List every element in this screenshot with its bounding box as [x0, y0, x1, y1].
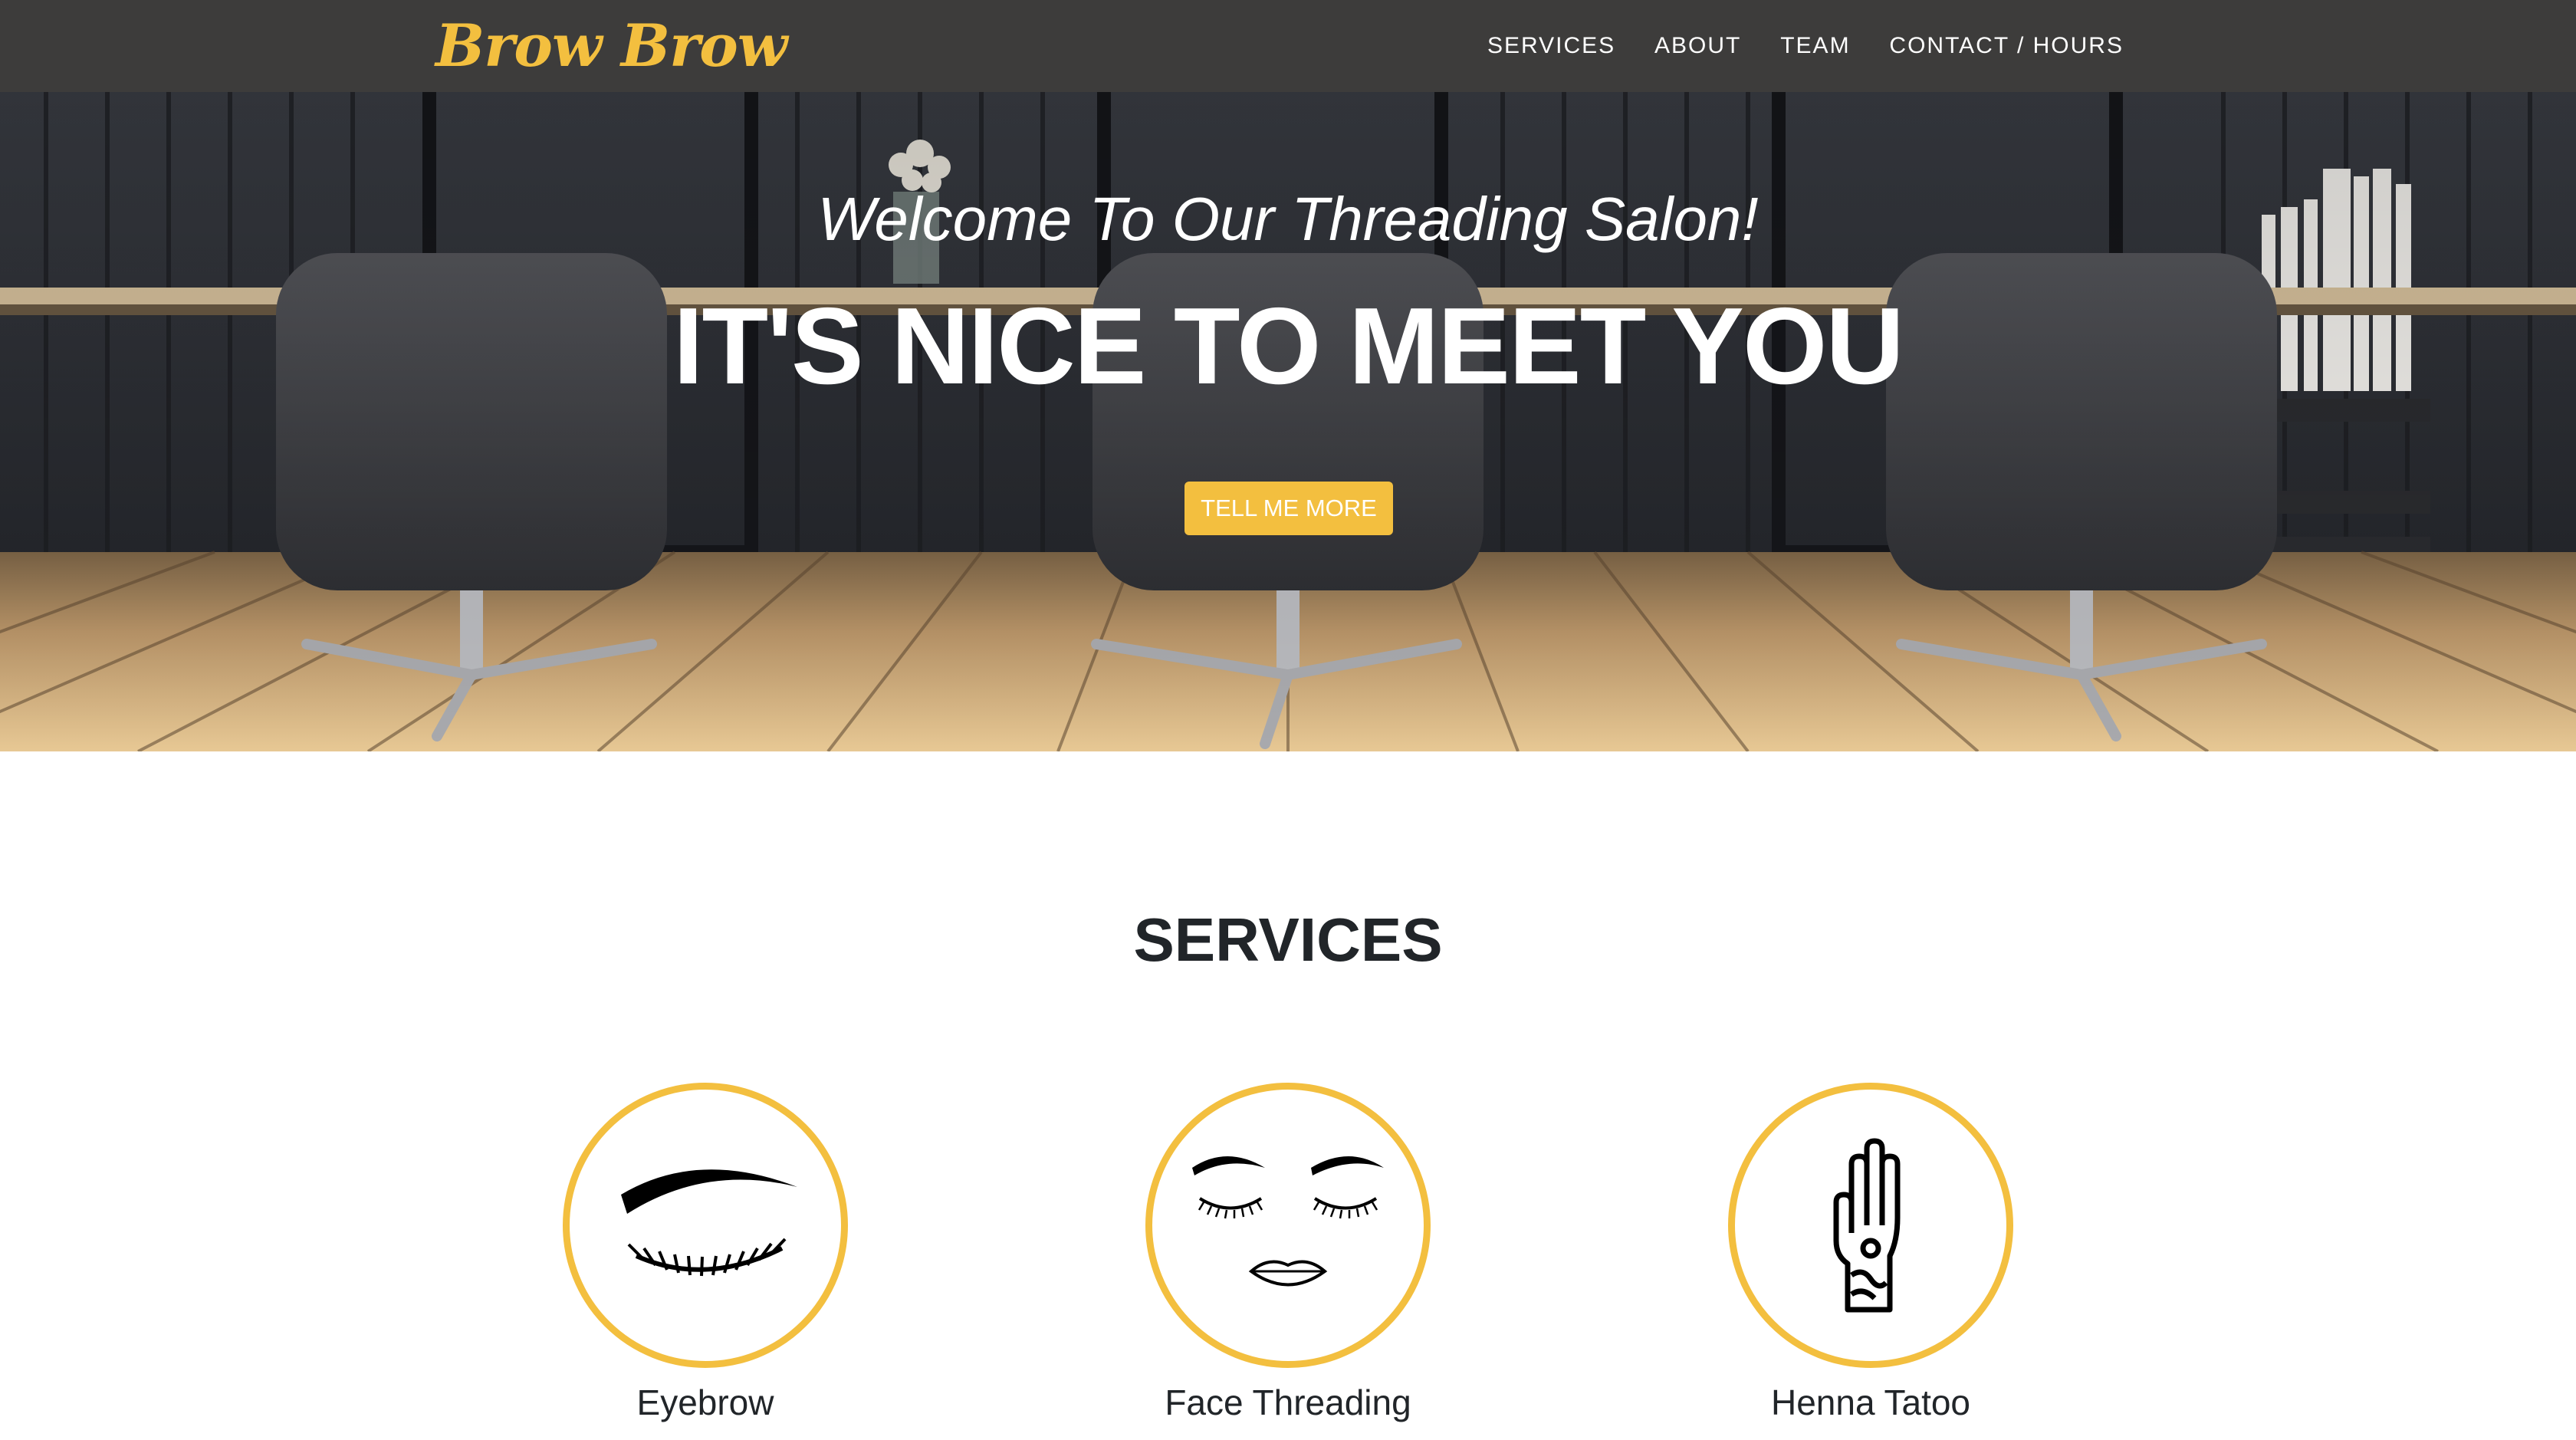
nav-link-services[interactable]: SERVICES [1487, 33, 1615, 59]
service-henna-circle [1728, 1083, 2013, 1368]
service-label: Face Threading [1165, 1382, 1411, 1422]
service-henna-tatoo[interactable]: Henna Tatoo [1725, 1083, 2016, 1423]
service-face-circle [1145, 1083, 1431, 1368]
service-label: Henna Tatoo [1770, 1382, 1971, 1422]
brand-logo[interactable]: Brow Brow [435, 6, 787, 86]
services-title: SERVICES [1133, 906, 1443, 974]
navbar: Brow Brow SERVICES ABOUT TEAM CONTACT / … [0, 0, 2576, 92]
service-label: Eyebrow [636, 1382, 774, 1422]
nav-links: SERVICES ABOUT TEAM CONTACT / HOURS [1487, 0, 2124, 92]
hero-heading: IT'S NICE TO MEET YOU [673, 285, 1904, 407]
eyebrow-icon [621, 1169, 797, 1277]
face-icon [1192, 1156, 1384, 1287]
hero-subheading: Welcome To Our Threading Salon! [817, 185, 1759, 253]
hero-section: Welcome To Our Threading Salon! IT'S NIC… [0, 92, 2576, 751]
tell-me-more-button[interactable]: TELL ME MORE [1184, 482, 1393, 535]
nav-link-about[interactable]: ABOUT [1654, 33, 1741, 59]
nav-link-team[interactable]: TEAM [1780, 33, 1850, 59]
service-eyebrow-circle [563, 1083, 848, 1368]
service-eyebrow[interactable]: Eyebrow [560, 1083, 851, 1423]
nav-link-contact-hours[interactable]: CONTACT / HOURS [1889, 33, 2124, 59]
henna-hand-icon [1833, 1138, 1901, 1313]
service-face-threading[interactable]: Face Threading [1142, 1083, 1434, 1423]
